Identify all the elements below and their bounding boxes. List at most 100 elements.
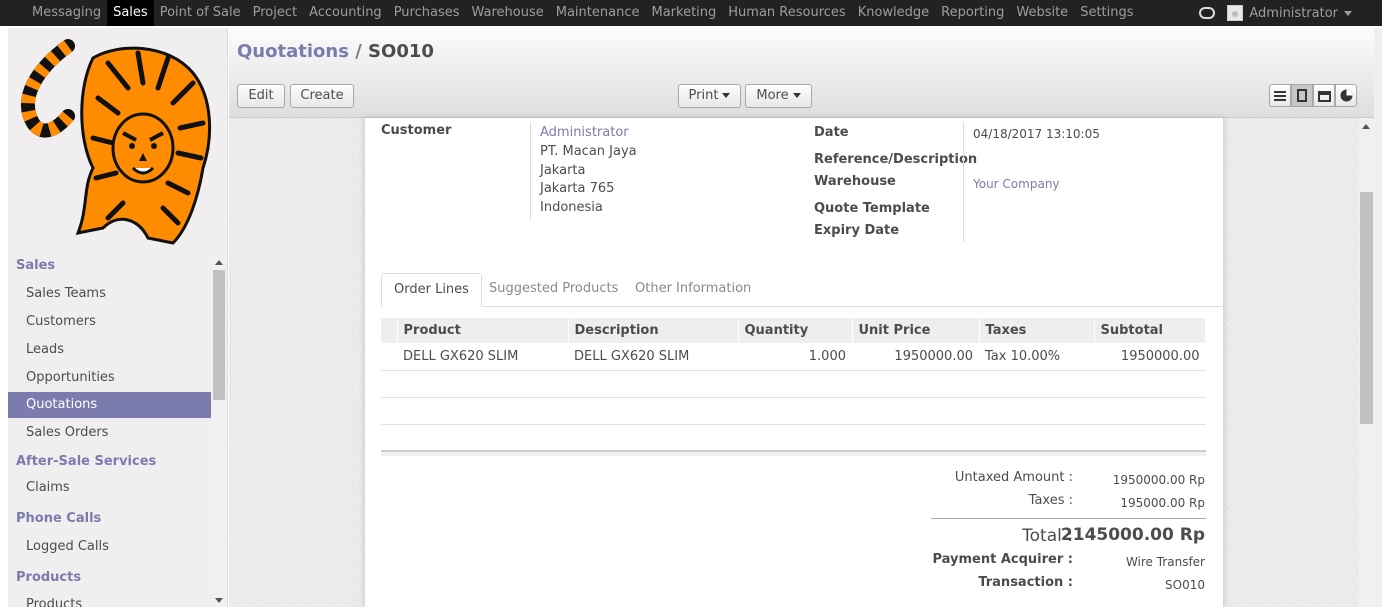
sidebar-item-products[interactable]: Products [8, 591, 211, 607]
order-lines-table: Product Description Quantity Unit Price … [381, 318, 1206, 452]
sidebar-item-sales-teams[interactable]: Sales Teams [8, 280, 211, 308]
tab-other-information[interactable]: Other Information [623, 273, 763, 307]
chevron-down-icon [1344, 10, 1352, 16]
table-row-empty [381, 397, 1206, 425]
more-button[interactable]: More [745, 84, 812, 108]
sidebar-item-customers[interactable]: Customers [8, 308, 211, 336]
reference-label: Reference/Description [814, 152, 978, 167]
menu-sales[interactable]: Sales [107, 0, 154, 26]
cell-product: DELL GX620 SLIM [397, 343, 568, 371]
sidebar-nav: Sales Sales Teams Customers Leads Opport… [8, 253, 211, 607]
quote-template-label: Quote Template [814, 201, 930, 216]
taxes-label: Taxes : [1028, 493, 1073, 508]
menu-project[interactable]: Project [247, 0, 303, 26]
menu-point-of-sale[interactable]: Point of Sale [154, 0, 247, 26]
cell-taxes: Tax 10.00% [979, 343, 1094, 371]
print-button[interactable]: Print [678, 84, 741, 108]
control-panel: Quotations / SO010 Edit Create Print Mor… [229, 28, 1374, 118]
sidebar-header-sales[interactable]: Sales [8, 252, 211, 280]
column-header-taxes[interactable]: Taxes [979, 318, 1095, 343]
scroll-up-icon[interactable] [1362, 124, 1370, 129]
untaxed-amount-value: 1950000.00 Rp [1112, 473, 1205, 487]
sidebar-item-claims[interactable]: Claims [8, 476, 211, 504]
edit-button[interactable]: Edit [237, 84, 285, 108]
form-view-button[interactable] [1291, 84, 1313, 107]
sidebar-item-sales-orders[interactable]: Sales Orders [8, 418, 211, 447]
main-scrollbar[interactable] [1359, 118, 1374, 607]
pie-chart-icon [1340, 89, 1352, 102]
list-icon [1274, 90, 1286, 101]
transaction-link[interactable]: SO010 [1165, 578, 1205, 592]
total-value: 2145000.00 Rp [1060, 525, 1205, 545]
menu-website[interactable]: Website [1010, 0, 1074, 26]
menu-settings[interactable]: Settings [1074, 0, 1139, 26]
scroll-up-icon[interactable] [215, 260, 223, 265]
create-button[interactable]: Create [290, 84, 354, 108]
cell-unit-price: 1950000.00 [852, 343, 979, 371]
tiger-logo [21, 39, 211, 245]
calendar-icon [1317, 90, 1331, 102]
sidebar-header-after-sale-services[interactable]: After-Sale Services [8, 447, 211, 476]
graph-view-button[interactable] [1335, 84, 1357, 107]
tab-suggested-products[interactable]: Suggested Products [477, 273, 630, 307]
scroll-down-icon[interactable] [215, 598, 223, 603]
warehouse-link[interactable]: Your Company [973, 177, 1060, 191]
user-menu[interactable]: Administrator [1227, 5, 1352, 21]
chevron-down-icon [792, 93, 801, 98]
sidebar-item-quotations[interactable]: Quotations [8, 392, 211, 418]
user-name: Administrator [1249, 5, 1338, 21]
sidebar-header-phone-calls[interactable]: Phone Calls [8, 504, 211, 533]
menu-knowledge[interactable]: Knowledge [852, 0, 935, 26]
cell-description: DELL GX620 SLIM [568, 343, 738, 371]
calendar-view-button[interactable] [1313, 84, 1335, 107]
sidebar-item-leads[interactable]: Leads [8, 336, 211, 364]
payment-acquirer-label: Payment Acquirer : [932, 552, 1073, 567]
customer-address-line: Indonesia [540, 200, 603, 215]
menu-messaging[interactable]: Messaging [26, 0, 107, 26]
sidebar-item-opportunities[interactable]: Opportunities [8, 364, 211, 392]
taxes-value: 195000.00 Rp [1120, 496, 1205, 510]
chevron-down-icon [722, 93, 731, 98]
chat-icon[interactable] [1199, 7, 1216, 19]
sidebar-header-products[interactable]: Products [8, 562, 211, 591]
column-header-description[interactable]: Description [568, 318, 739, 343]
form-icon [1297, 89, 1307, 102]
more-button-label: More [756, 88, 789, 103]
menu-human-resources[interactable]: Human Resources [722, 0, 851, 26]
column-header-product[interactable]: Product [397, 318, 569, 343]
divider [530, 122, 531, 220]
menu-marketing[interactable]: Marketing [645, 0, 722, 26]
column-header-subtotal[interactable]: Subtotal [1094, 318, 1206, 343]
sidebar: Sales Sales Teams Customers Leads Opport… [8, 28, 228, 607]
app-menu: Messaging Sales Point of Sale Project Ac… [26, 0, 1140, 26]
menu-purchases[interactable]: Purchases [388, 0, 466, 26]
notebook-tabs: Order Lines Suggested Products Other Inf… [381, 273, 1225, 307]
expiry-date-label: Expiry Date [814, 223, 900, 238]
tab-order-lines[interactable]: Order Lines [381, 273, 482, 307]
customer-name-link[interactable]: Administrator [540, 125, 629, 140]
menu-reporting[interactable]: Reporting [935, 0, 1010, 26]
warehouse-label: Warehouse [814, 174, 896, 189]
scroll-thumb[interactable] [213, 270, 225, 400]
column-header-unit-price[interactable]: Unit Price [852, 318, 980, 343]
menu-accounting[interactable]: Accounting [303, 0, 388, 26]
breadcrumb-separator: / [355, 41, 362, 62]
date-label: Date [814, 125, 849, 140]
customer-address-line: PT. Macan Jaya [540, 144, 637, 159]
date-value: 04/18/2017 13:10:05 [973, 127, 1100, 141]
sidebar-scrollbar[interactable] [212, 256, 226, 607]
list-view-button[interactable] [1269, 84, 1291, 107]
breadcrumb-current: SO010 [368, 41, 434, 62]
transaction-label: Transaction : [978, 575, 1073, 590]
scroll-thumb[interactable] [1360, 192, 1373, 424]
table-row[interactable]: DELL GX620 SLIM DELL GX620 SLIM 1.000 19… [381, 343, 1206, 371]
column-header-quantity[interactable]: Quantity [738, 318, 853, 343]
menu-warehouse[interactable]: Warehouse [466, 0, 550, 26]
menu-maintenance[interactable]: Maintenance [550, 0, 646, 26]
breadcrumb-quotations[interactable]: Quotations [237, 41, 349, 62]
totals-divider [931, 518, 1206, 519]
cell-subtotal: 1950000.00 [1094, 343, 1206, 371]
sidebar-item-logged-calls[interactable]: Logged Calls [8, 533, 211, 562]
main-content: Quotations / SO010 Edit Create Print Mor… [229, 28, 1382, 607]
form-sheet: Customer Administrator PT. Macan Jaya Ja… [364, 118, 1225, 607]
